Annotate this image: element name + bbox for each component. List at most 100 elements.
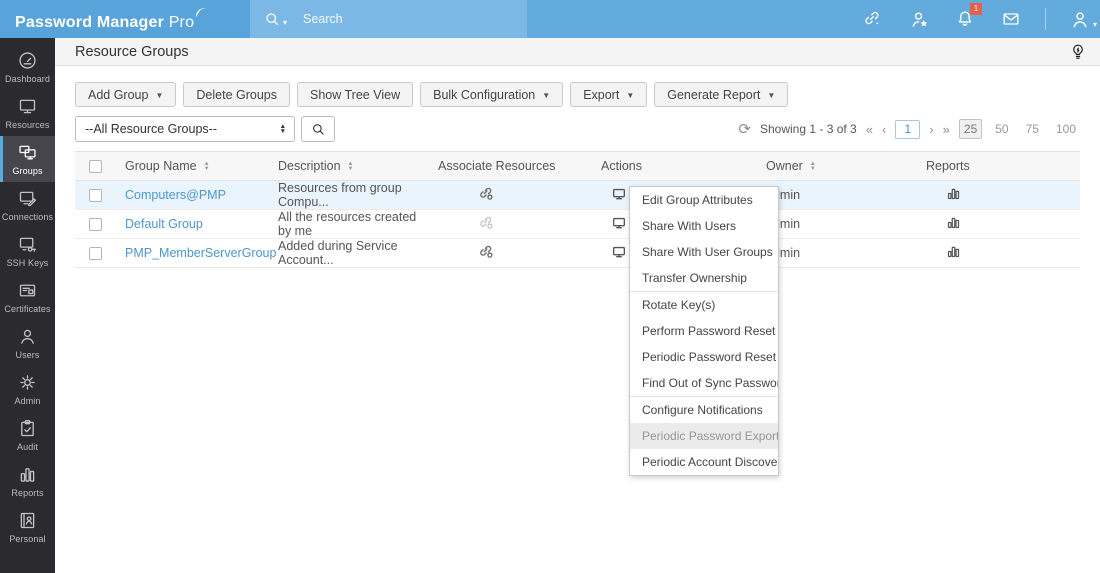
select-updown-icon: ▲▼	[280, 124, 286, 134]
group-name-link[interactable]: PMP_MemberServerGroup	[125, 246, 276, 260]
sidebar-item-connections[interactable]: Connections	[0, 182, 55, 228]
report-chart-icon[interactable]	[946, 215, 961, 230]
sidebar-item-dashboard[interactable]: Dashboard	[0, 44, 55, 90]
group-name-link[interactable]: Default Group	[125, 217, 203, 231]
mail-icon[interactable]	[999, 7, 1023, 31]
menu-item-configure-notifications[interactable]: Configure Notifications	[630, 397, 778, 423]
associate-resources-icon[interactable]	[478, 185, 495, 202]
associate-resources-icon[interactable]	[478, 243, 495, 260]
sort-icon[interactable]: ▲▼	[348, 162, 354, 171]
table-row: PMP_MemberServerGroup Added during Servi…	[75, 239, 1080, 268]
page-size-25[interactable]: 25	[959, 119, 982, 139]
monitor-icon	[611, 186, 627, 202]
menu-item-perform-password-reset[interactable]: Perform Password Reset	[630, 318, 778, 344]
help-lightbulb-icon[interactable]	[1070, 43, 1086, 61]
menu-item-share-with-users[interactable]: Share With Users	[630, 213, 778, 239]
actions-context-menu: Edit Group Attributes Share With Users S…	[629, 186, 779, 476]
delete-groups-button[interactable]: Delete Groups	[183, 82, 290, 107]
caret-down-icon: ▼	[155, 91, 163, 100]
report-chart-icon[interactable]	[946, 186, 961, 201]
sidebar-item-admin[interactable]: Admin	[0, 366, 55, 412]
resource-group-filter-select[interactable]: --All Resource Groups-- ▲▼	[75, 116, 295, 142]
app-logo[interactable]: Password Manager Pro	[15, 7, 211, 32]
gauge-icon	[17, 50, 38, 71]
showing-count: Showing 1 - 3 of 3	[760, 122, 857, 136]
description-cell: Added during Service Account...	[270, 239, 430, 268]
search-input[interactable]	[303, 12, 503, 26]
prev-page-button[interactable]: ‹	[882, 123, 886, 136]
sidebar-item-label: Connections	[2, 212, 53, 222]
last-page-button[interactable]: »	[943, 123, 950, 136]
associate-resources-icon[interactable]	[478, 214, 495, 231]
user-profile-icon[interactable]: ▾	[1068, 7, 1092, 31]
menu-item-share-with-user-groups[interactable]: Share With User Groups	[630, 239, 778, 265]
button-label: Export	[583, 88, 619, 102]
sidebar-item-reports[interactable]: Reports	[0, 458, 55, 504]
page-size-100[interactable]: 100	[1052, 120, 1080, 138]
menu-item-find-out-of-sync-passwords[interactable]: Find Out of Sync Passwords	[630, 370, 778, 396]
table-header-row: Group Name▲▼ Description▲▼ Associate Res…	[75, 152, 1080, 181]
resource-groups-table: Group Name▲▼ Description▲▼ Associate Res…	[75, 151, 1080, 268]
sidebar-item-personal[interactable]: Personal	[0, 504, 55, 550]
column-header-group-name[interactable]: Group Name	[125, 159, 197, 173]
notifications-bell-icon[interactable]: 1	[953, 7, 977, 31]
description-cell: Resources from group Compu...	[270, 181, 430, 210]
owner-cell: admin	[758, 239, 918, 268]
menu-item-periodic-account-discovery[interactable]: Periodic Account Discovery	[630, 449, 778, 475]
column-header-reports: Reports	[926, 159, 970, 173]
add-group-button[interactable]: Add Group▼	[75, 82, 176, 107]
global-search-bar[interactable]: ▾	[250, 0, 527, 38]
sidebar-item-label: Audit	[17, 442, 38, 452]
report-chart-icon[interactable]	[946, 244, 961, 259]
sidebar-item-resources[interactable]: Resources	[0, 90, 55, 136]
sidebar-item-label: Dashboard	[5, 74, 50, 84]
sidebar-item-audit[interactable]: Audit	[0, 412, 55, 458]
sidebar-item-ssh-keys[interactable]: SSH Keys	[0, 228, 55, 274]
row-checkbox[interactable]	[89, 218, 102, 231]
export-button[interactable]: Export ▼	[570, 82, 647, 107]
sidebar-item-certificates[interactable]: Certificates	[0, 274, 55, 320]
generate-report-button[interactable]: Generate Report▼	[654, 82, 788, 107]
sort-icon[interactable]: ▲▼	[204, 162, 210, 171]
page-size-50[interactable]: 50	[991, 120, 1012, 138]
row-checkbox[interactable]	[89, 247, 102, 260]
bar-chart-icon	[17, 464, 38, 485]
toolbar: Add Group▼ Delete Groups Show Tree View …	[75, 82, 1100, 107]
row-checkbox[interactable]	[89, 189, 102, 202]
next-page-button[interactable]: ›	[929, 123, 933, 136]
group-name-link[interactable]: Computers@PMP	[125, 188, 226, 202]
caret-down-icon: ▼	[626, 91, 634, 100]
sidebar-item-users[interactable]: Users	[0, 320, 55, 366]
logo-suffix-text: Pro	[169, 14, 195, 31]
filter-search-button[interactable]	[301, 116, 335, 142]
sidebar-item-label: Users	[15, 350, 39, 360]
select-all-checkbox[interactable]	[89, 160, 102, 173]
menu-item-edit-group-attributes[interactable]: Edit Group Attributes	[630, 187, 778, 213]
column-header-description[interactable]: Description	[278, 159, 341, 173]
bulk-configuration-button[interactable]: Bulk Configuration▼	[420, 82, 563, 107]
button-label: Show Tree View	[310, 88, 400, 102]
refresh-icon[interactable]: ⟳	[738, 120, 751, 138]
first-page-button[interactable]: «	[866, 123, 873, 136]
monitor-icon	[611, 244, 627, 260]
menu-item-periodic-password-export[interactable]: Periodic Password Export	[630, 423, 778, 449]
owner-cell: admin	[758, 210, 918, 239]
search-scope-caret-icon[interactable]: ▾	[283, 18, 287, 27]
show-tree-view-button[interactable]: Show Tree View	[297, 82, 413, 107]
menu-item-transfer-ownership[interactable]: Transfer Ownership	[630, 265, 778, 291]
sort-icon[interactable]: ▲▼	[810, 162, 816, 171]
column-header-owner[interactable]: Owner	[766, 159, 803, 173]
sidebar-item-groups[interactable]: Groups	[0, 136, 55, 182]
menu-item-periodic-password-reset[interactable]: Periodic Password Reset	[630, 344, 778, 370]
search-icon[interactable]: ▾	[264, 11, 287, 28]
user-favorites-icon[interactable]	[907, 7, 931, 31]
sidebar-item-label: Personal	[9, 534, 45, 544]
menu-group: Edit Group Attributes Share With Users S…	[630, 187, 778, 291]
menu-item-rotate-keys[interactable]: Rotate Key(s)	[630, 292, 778, 318]
pagination: ⟳ Showing 1 - 3 of 3 « ‹ › » 25 50 75 10…	[738, 119, 1080, 139]
owner-cell: admin	[758, 181, 918, 210]
quick-link-icon[interactable]	[861, 7, 885, 31]
certificate-icon	[17, 280, 38, 301]
page-size-75[interactable]: 75	[1022, 120, 1043, 138]
page-number-input[interactable]	[895, 120, 920, 139]
